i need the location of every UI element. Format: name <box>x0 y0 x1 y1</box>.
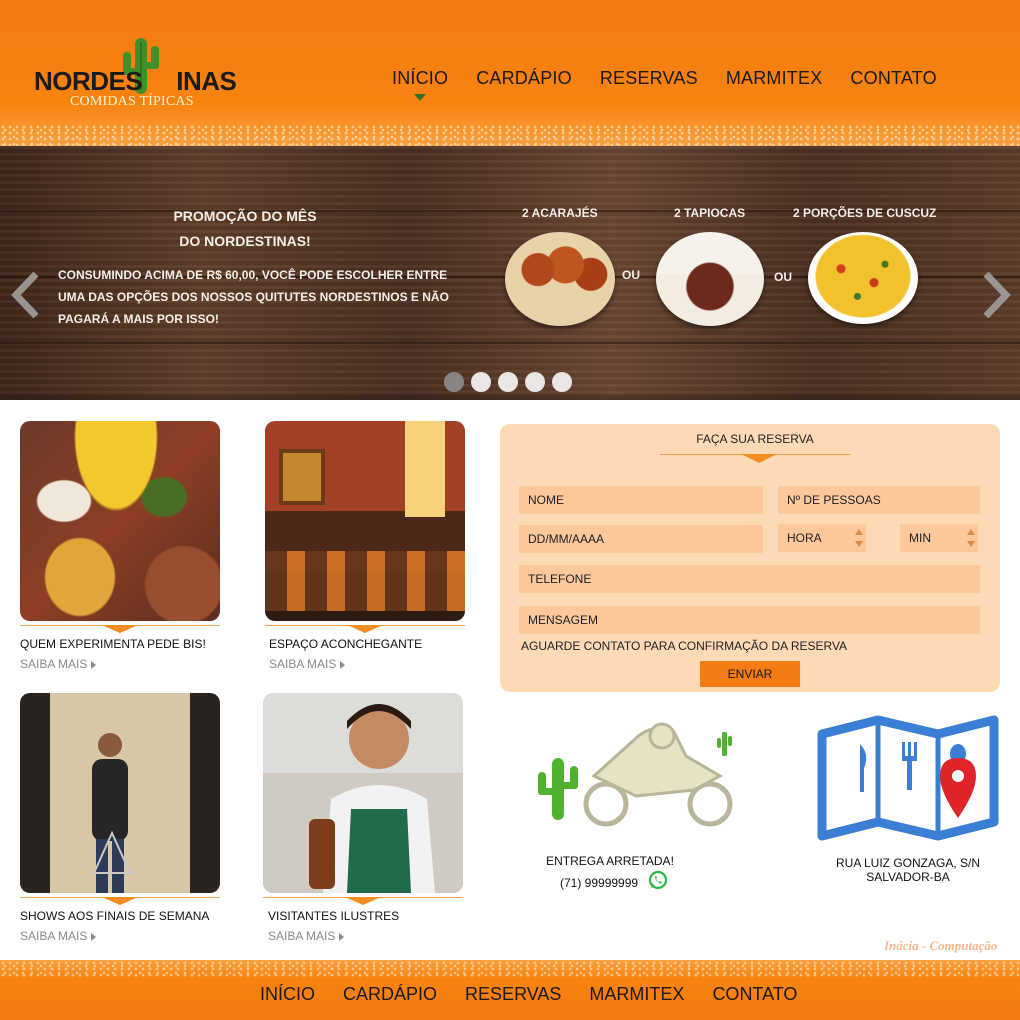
author-credit: Inácia - Computação <box>884 938 998 953</box>
footer-nav-contato[interactable]: CONTATO <box>712 984 797 1005</box>
title-arrow <box>741 454 777 463</box>
message-input[interactable] <box>519 606 980 634</box>
offer-label-tapioca: 2 TAPIOCAS <box>674 206 746 220</box>
nav-cardapio[interactable]: CARDÁPIO <box>476 68 572 89</box>
saiba-mais-link[interactable]: SAIBA MAIS <box>268 929 463 943</box>
logo-wordmark: NORDES INAS <box>34 66 237 97</box>
people-count-input[interactable] <box>778 486 980 514</box>
card-divider <box>265 623 465 635</box>
address-line-1: RUA LUIZ GONZAGA, S/N <box>835 856 981 870</box>
footer-nav-inicio[interactable]: INÍCIO <box>260 984 315 1005</box>
footer-nav-marmitex[interactable]: MARMITEX <box>589 984 684 1005</box>
logo-part-2: INAS <box>176 66 237 96</box>
slider-dot-3[interactable] <box>498 372 518 392</box>
minute-select[interactable]: MIN <box>900 524 978 552</box>
saiba-mais-label: SAIBA MAIS <box>269 657 337 671</box>
hour-select[interactable]: HORA <box>778 524 866 552</box>
wall-painting <box>279 449 325 505</box>
musician-photo[interactable] <box>20 693 220 893</box>
main-nav: INÍCIO CARDÁPIO RESERVAS MARMITEX CONTAT… <box>392 68 965 101</box>
logo-part-1: NORDES <box>34 66 143 96</box>
map-pin-icon[interactable] <box>816 714 1000 850</box>
saiba-mais-label: SAIBA MAIS <box>20 657 88 671</box>
send-button[interactable]: ENVIAR <box>700 661 800 687</box>
feature-caption: QUEM EXPERIMENTA PEDE BIS! <box>20 637 206 651</box>
delivery-label: ENTREGA ARRETADA! <box>546 854 674 868</box>
food-photo[interactable] <box>20 421 220 621</box>
saiba-mais-link[interactable]: SAIBA MAIS <box>20 929 220 943</box>
address-line-2: SALVADOR-BA <box>866 870 950 884</box>
offer-label-acaraje: 2 ACARAJÉS <box>522 206 598 220</box>
site-footer: INÍCIO CARDÁPIO RESERVAS MARMITEX CONTAT… <box>0 960 1020 1020</box>
hour-spinner-icon[interactable] <box>855 527 863 549</box>
feature-caption: ESPAÇO ACONCHEGANTE <box>269 637 423 651</box>
acaraje-photo <box>505 232 615 326</box>
promo-title-line-1: PROMOÇÃO DO MÊS <box>173 208 317 224</box>
caret-right-icon <box>339 932 345 941</box>
chef-figure <box>309 704 435 893</box>
slider-dot-5[interactable] <box>552 372 572 392</box>
slider-dot-1[interactable] <box>444 372 464 392</box>
minute-spinner-icon[interactable] <box>967 527 975 549</box>
promo-title-line-2: DO NORDESTINAS! <box>179 233 311 249</box>
promo-description: CONSUMINDO ACIMA DE R$ 60,00, VOCÊ PODE … <box>58 268 449 326</box>
feature-card-visitors: VISITANTES ILUSTRES SAIBA MAIS <box>263 693 463 943</box>
separator-or-1: OU <box>622 268 640 282</box>
reservation-title: FAÇA SUA RESERVA <box>696 432 814 446</box>
footer-nav: INÍCIO CARDÁPIO RESERVAS MARMITEX CONTAT… <box>260 984 825 1005</box>
feature-card-space: ESPAÇO ACONCHEGANTE SAIBA MAIS <box>265 421 465 671</box>
reservation-form: FAÇA SUA RESERVA HORA MIN AGUARDE CONTAT… <box>500 424 1000 692</box>
slider-dot-2[interactable] <box>471 372 491 392</box>
saiba-mais-label: SAIBA MAIS <box>268 929 336 943</box>
caret-right-icon <box>91 932 97 941</box>
nav-marmitex[interactable]: MARMITEX <box>726 68 823 89</box>
logo[interactable]: NORDES INAS COMIDAS TÍPICAS <box>34 36 237 116</box>
logo-tagline: COMIDAS TÍPICAS <box>70 94 194 109</box>
promo-slider: PROMOÇÃO DO MÊS DO NORDESTINAS! CONSUMIN… <box>0 146 1020 400</box>
slider-dot-4[interactable] <box>525 372 545 392</box>
delivery-phone[interactable]: (71) 99999999 <box>560 876 638 890</box>
footer-nav-reservas[interactable]: RESERVAS <box>465 984 561 1005</box>
feature-card-shows: SHOWS AOS FINAIS DE SEMANA SAIBA MAIS <box>20 693 220 943</box>
delivery-motorcycle-icon[interactable] <box>524 716 746 834</box>
hour-placeholder: HORA <box>787 531 822 545</box>
phone-input[interactable] <box>519 565 980 593</box>
feature-caption: SHOWS AOS FINAIS DE SEMANA <box>20 909 210 923</box>
card-divider <box>263 895 463 907</box>
address-block: RUA LUIZ GONZAGA, S/N SALVADOR-BA <box>808 856 1008 884</box>
tapioca-photo <box>656 232 764 326</box>
cuscuz-photo <box>808 232 918 324</box>
chevron-left-icon[interactable] <box>8 270 42 320</box>
separator-or-2: OU <box>774 270 792 284</box>
slider-pagination <box>444 372 579 392</box>
name-input[interactable] <box>519 486 763 514</box>
restaurant-photo[interactable] <box>265 421 465 621</box>
saiba-mais-label: SAIBA MAIS <box>20 929 88 943</box>
site-header: NORDES INAS COMIDAS TÍPICAS INÍCIO CARDÁ… <box>0 0 1020 146</box>
minute-placeholder: MIN <box>909 531 931 545</box>
promo-title: PROMOÇÃO DO MÊS DO NORDESTINAS! <box>150 204 340 254</box>
musician-figure <box>92 733 132 893</box>
nav-reservas[interactable]: RESERVAS <box>600 68 698 89</box>
whatsapp-icon[interactable] <box>648 870 668 890</box>
card-divider <box>20 623 220 635</box>
saiba-mais-link[interactable]: SAIBA MAIS <box>20 657 220 671</box>
feature-caption: VISITANTES ILUSTRES <box>268 909 400 923</box>
card-divider <box>20 895 220 907</box>
footer-nav-cardapio[interactable]: CARDÁPIO <box>343 984 437 1005</box>
tables <box>265 551 465 611</box>
date-input[interactable] <box>519 525 763 553</box>
visitor-photo[interactable] <box>263 693 463 893</box>
caret-right-icon <box>91 660 97 669</box>
saiba-mais-link[interactable]: SAIBA MAIS <box>269 657 465 671</box>
chevron-right-icon[interactable] <box>980 270 1014 320</box>
offer-label-cuscuz: 2 PORÇÕES DE CUSCUZ <box>793 206 937 220</box>
caret-right-icon <box>340 660 346 669</box>
nav-inicio[interactable]: INÍCIO <box>392 68 448 101</box>
nav-contato[interactable]: CONTATO <box>850 68 936 89</box>
feature-card-food: QUEM EXPERIMENTA PEDE BIS! SAIBA MAIS <box>20 421 220 671</box>
confirmation-note: AGUARDE CONTATO PARA CONFIRMAÇÃO DA RESE… <box>521 639 848 653</box>
